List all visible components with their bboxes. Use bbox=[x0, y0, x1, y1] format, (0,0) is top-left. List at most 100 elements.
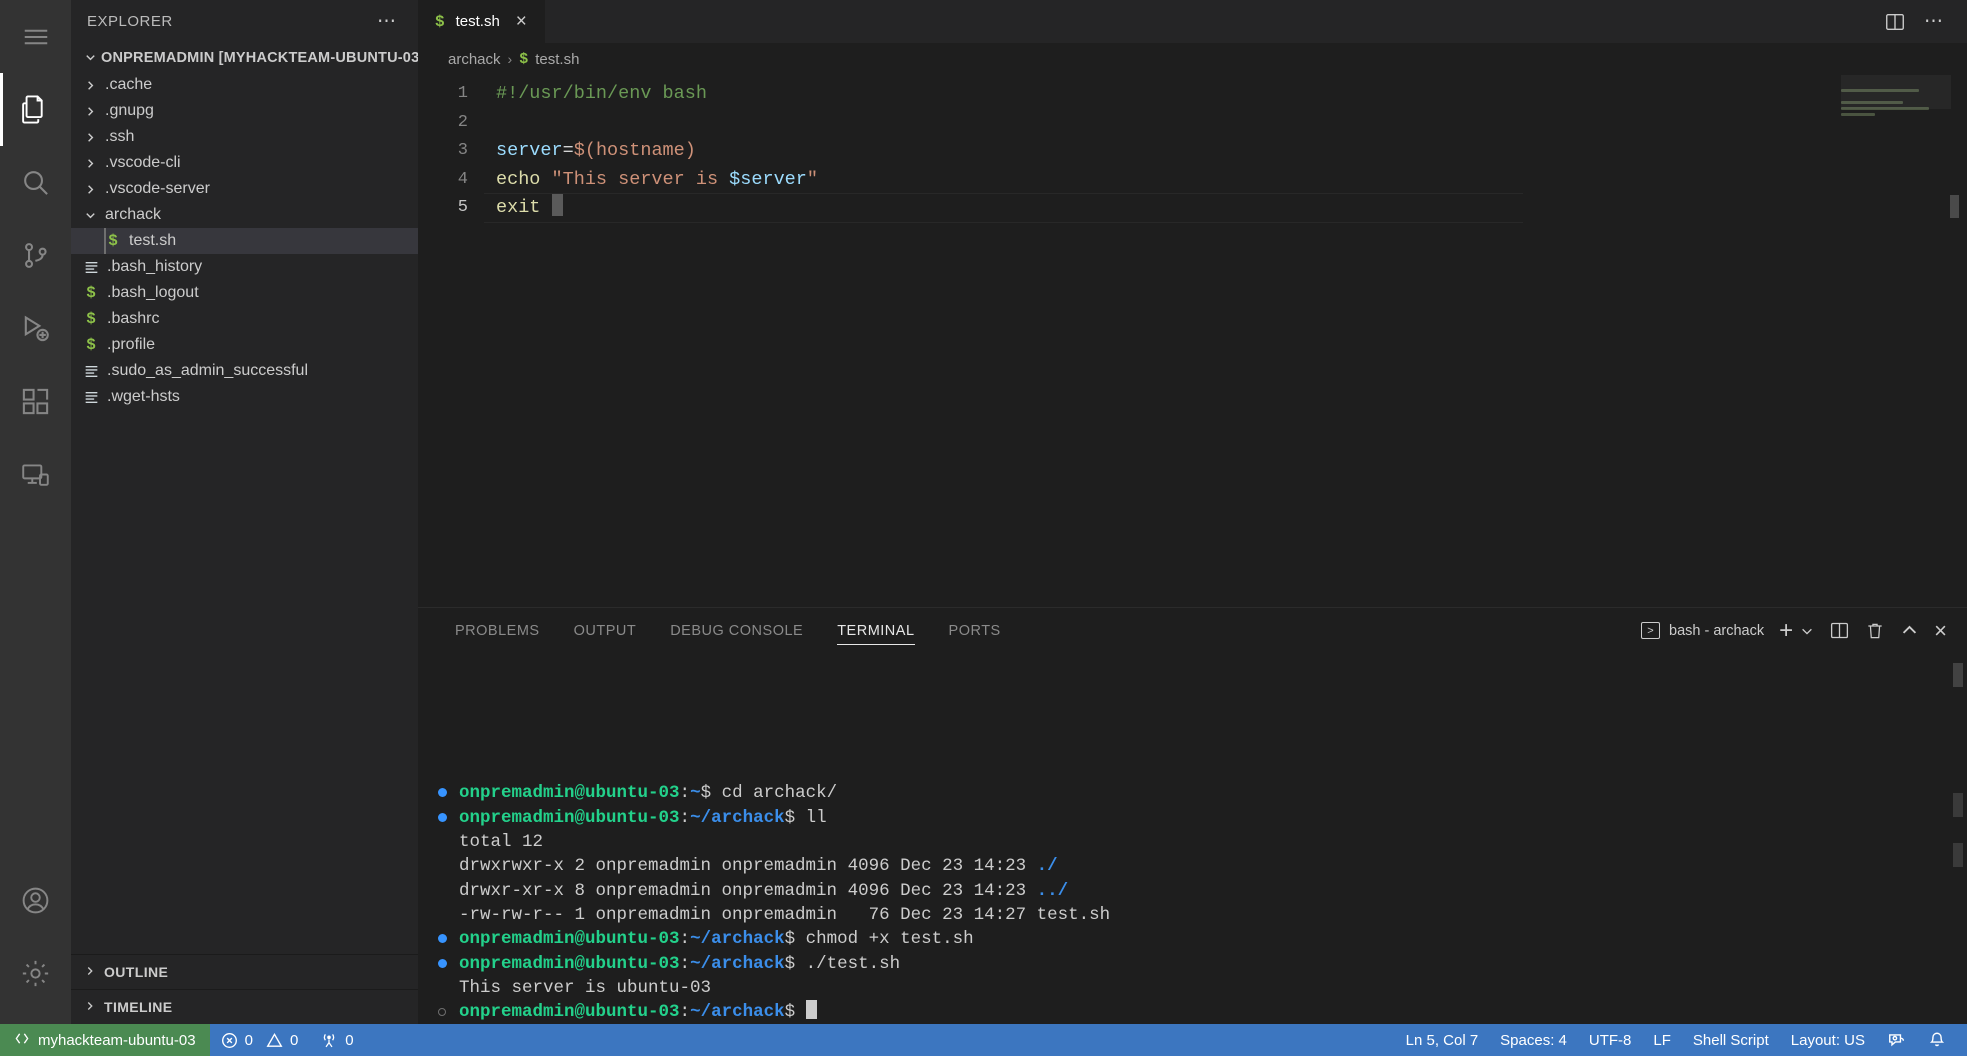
close-icon[interactable]: × bbox=[511, 12, 532, 31]
tree-file-row[interactable]: .bash_history bbox=[71, 254, 418, 280]
tab-test-sh[interactable]: $ test.sh × bbox=[418, 0, 546, 43]
tree-file-row[interactable]: $.bashrc bbox=[71, 306, 418, 332]
activity-bar-item-remote-explorer[interactable] bbox=[0, 438, 71, 511]
status-remote-label: myhackteam-ubuntu-03 bbox=[38, 1032, 196, 1049]
command-decoration bbox=[438, 957, 459, 968]
tree-row-label: .vscode-cli bbox=[101, 154, 181, 172]
status-live-share[interactable] bbox=[1876, 1024, 1917, 1056]
close-panel-icon[interactable]: × bbox=[1934, 620, 1947, 642]
tree-row-label: .cache bbox=[101, 76, 152, 94]
terminal-segment: $ ./test.sh bbox=[785, 954, 901, 974]
text-cursor bbox=[552, 194, 563, 216]
code-line[interactable]: 3server=$(hostname) bbox=[418, 137, 1967, 166]
tree-folder-row[interactable]: .cache bbox=[71, 72, 418, 98]
tree-folder-row[interactable]: archack bbox=[71, 202, 418, 228]
tab-output[interactable]: OUTPUT bbox=[557, 608, 654, 653]
activity-bar-bottom bbox=[0, 864, 71, 1024]
status-eol[interactable]: LF bbox=[1642, 1024, 1682, 1056]
sidebar-more-actions[interactable]: ⋯ bbox=[377, 12, 398, 31]
activity-bar-item-run-debug[interactable] bbox=[0, 292, 71, 365]
radio-tower-icon bbox=[320, 1032, 338, 1049]
tab-ports[interactable]: PORTS bbox=[932, 608, 1018, 653]
tree-folder-row[interactable]: .ssh bbox=[71, 124, 418, 150]
status-bar: myhackteam-ubuntu-03 0 0 bbox=[0, 1024, 1967, 1056]
manage-settings-button[interactable] bbox=[0, 937, 71, 1010]
tree-folder-row[interactable]: .vscode-server bbox=[71, 176, 418, 202]
terminal-selector[interactable]: > bash - archack bbox=[1641, 622, 1764, 639]
terminal-line: This server is ubuntu-03 bbox=[438, 976, 1967, 1000]
terminal-segment: ~/archack bbox=[690, 954, 785, 974]
terminal-segment: ~/archack bbox=[690, 808, 785, 828]
accounts-button[interactable] bbox=[0, 864, 71, 937]
code-token: " bbox=[807, 169, 818, 190]
tree-folder-row[interactable]: .vscode-cli bbox=[71, 150, 418, 176]
terminal-dropdown-icon[interactable] bbox=[1800, 624, 1814, 638]
error-icon bbox=[221, 1032, 238, 1049]
kill-terminal-icon[interactable] bbox=[1865, 621, 1885, 641]
split-terminal-icon[interactable] bbox=[1829, 620, 1850, 641]
status-cursor-position[interactable]: Ln 5, Col 7 bbox=[1395, 1024, 1490, 1056]
editor-overview-ruler bbox=[1950, 195, 1959, 227]
sidebar-section-outline[interactable]: OUTLINE bbox=[71, 954, 418, 989]
status-indentation[interactable]: Spaces: 4 bbox=[1489, 1024, 1578, 1056]
status-notifications[interactable] bbox=[1917, 1024, 1957, 1056]
account-icon bbox=[20, 885, 51, 916]
status-ports[interactable]: 0 bbox=[309, 1024, 364, 1056]
tree-root-folder[interactable]: ONPREMADMIN [MYHACKTEAM-UBUNTU-03] bbox=[71, 43, 418, 72]
split-editor-icon[interactable] bbox=[1884, 11, 1906, 33]
status-language-mode[interactable]: Shell Script bbox=[1682, 1024, 1780, 1056]
terminal-segment: ../ bbox=[1037, 881, 1069, 901]
tab-debug-console[interactable]: DEBUG CONSOLE bbox=[653, 608, 820, 653]
chevron-right-icon bbox=[79, 104, 101, 119]
tree-file-row[interactable]: $test.sh bbox=[71, 228, 418, 254]
activity-bar-item-source-control[interactable] bbox=[0, 219, 71, 292]
activity-bar-top bbox=[0, 0, 71, 511]
status-encoding[interactable]: UTF-8 bbox=[1578, 1024, 1643, 1056]
menu-button[interactable] bbox=[0, 0, 71, 73]
tab-terminal[interactable]: TERMINAL bbox=[820, 608, 931, 653]
activity-bar-item-extensions[interactable] bbox=[0, 365, 71, 438]
breadcrumb-item-folder[interactable]: archack bbox=[448, 51, 501, 68]
code-editor[interactable]: 1#!/usr/bin/env bash23server=$(hostname)… bbox=[418, 75, 1967, 607]
tree-folder-row[interactable]: .gnupg bbox=[71, 98, 418, 124]
tree-file-row[interactable]: .wget-hsts bbox=[71, 384, 418, 410]
code-text: echo "This server is $server" bbox=[484, 166, 818, 195]
bottom-panel: PROBLEMS OUTPUT DEBUG CONSOLE TERMINAL P… bbox=[418, 607, 1967, 1024]
file-tree-rows: .cache .gnupg.ssh .vscode-cli .vscode-serve… bbox=[71, 72, 418, 410]
tree-row-label: .wget-hsts bbox=[103, 388, 180, 406]
new-terminal-icon[interactable]: + bbox=[1779, 619, 1793, 643]
terminal-line-text: -rw-rw-r-- 1 onpremadmin onpremadmin 76 … bbox=[459, 903, 1110, 927]
terminal-segment: onpremadmin@ubuntu-03 bbox=[459, 929, 680, 949]
editor-more-actions-icon[interactable]: ⋯ bbox=[1924, 12, 1945, 31]
code-line[interactable]: 1#!/usr/bin/env bash bbox=[418, 80, 1967, 109]
activity-bar-item-explorer[interactable] bbox=[0, 73, 71, 146]
status-problems[interactable]: 0 0 bbox=[210, 1024, 310, 1056]
sidebar-section-timeline[interactable]: TIMELINE bbox=[71, 989, 418, 1024]
terminal-line: drwxr-xr-x 8 onpremadmin onpremadmin 409… bbox=[438, 879, 1967, 903]
command-decoration bbox=[438, 868, 459, 870]
terminal-content[interactable]: onpremadmin@ubuntu-03:~$ cd archack/onpr… bbox=[418, 653, 1967, 1024]
status-bar-right: Ln 5, Col 7 Spaces: 4 UTF-8 LF Shell Scr… bbox=[1395, 1024, 1967, 1056]
sidebar-title: EXPLORER bbox=[87, 13, 173, 30]
extensions-icon bbox=[20, 386, 51, 417]
command-decoration bbox=[438, 1006, 459, 1016]
code-text: exit 0 bbox=[484, 194, 563, 223]
tree-file-row[interactable]: $.bash_logout bbox=[71, 280, 418, 306]
activity-bar-item-search[interactable] bbox=[0, 146, 71, 219]
tree-file-row[interactable]: $.profile bbox=[71, 332, 418, 358]
tree-file-row[interactable]: .sudo_as_admin_successful bbox=[71, 358, 418, 384]
code-token: $server bbox=[729, 169, 807, 190]
status-keyboard-layout[interactable]: Layout: US bbox=[1780, 1024, 1876, 1056]
tab-problems[interactable]: PROBLEMS bbox=[438, 608, 557, 653]
code-line[interactable]: 5exit 0 bbox=[418, 194, 1967, 223]
line-number: 3 bbox=[418, 137, 484, 166]
breadcrumb-item-file[interactable]: test.sh bbox=[535, 51, 579, 68]
code-line[interactable]: 2 bbox=[418, 109, 1967, 138]
code-line[interactable]: 4echo "This server is $server" bbox=[418, 166, 1967, 195]
terminal-scrollbar[interactable] bbox=[1953, 663, 1963, 687]
status-remote-host[interactable]: myhackteam-ubuntu-03 bbox=[0, 1024, 210, 1056]
terminal-segment: This server is ubuntu-03 bbox=[459, 978, 711, 998]
text-file-icon bbox=[79, 389, 103, 406]
maximize-panel-icon[interactable] bbox=[1900, 621, 1919, 640]
terminal-line: onpremadmin@ubuntu-03:~/archack$ chmod +… bbox=[438, 927, 1967, 951]
